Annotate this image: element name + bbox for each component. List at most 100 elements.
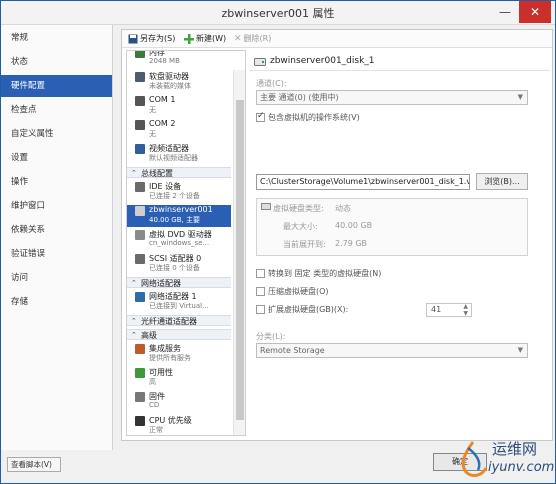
- tree-section-label: 网络适配器: [141, 279, 181, 288]
- tree-section[interactable]: ⌃ 网络适配器: [127, 277, 231, 288]
- tree-node[interactable]: IDE 设备 已连接 2 个设备: [127, 181, 231, 203]
- tree-section[interactable]: ⌃ 总线配置: [127, 167, 231, 178]
- watermark-title: 运维网: [492, 440, 538, 458]
- nav-item-storage[interactable]: 存储: [1, 291, 112, 313]
- tree-node-detail: 40.00 GB, 主要: [149, 216, 200, 224]
- video-adapter-icon: [135, 144, 145, 154]
- properties-window: zbwinserver001 属性 — ✕ 常规 状态 硬件配置 检查点 自定义…: [0, 0, 556, 484]
- disk-type-label: 虚拟硬盘类型:: [273, 204, 324, 213]
- tree-section[interactable]: ⌃ 高级: [127, 329, 231, 340]
- tree-node-detail: 已连接 0 个设备: [149, 264, 200, 272]
- max-size-value: 40.00 GB: [335, 221, 373, 230]
- tree-node-detail: 无: [149, 130, 156, 138]
- tree-node[interactable]: 虚拟 DVD 驱动器 cn_windows_se...: [127, 229, 231, 251]
- tree-node[interactable]: 内存 2048 MB: [127, 51, 231, 69]
- tree-node[interactable]: 固件 CD: [127, 391, 231, 413]
- firmware-icon: [135, 392, 145, 402]
- tree-node-label: zbwinserver001: [149, 205, 213, 214]
- disk-info-box: 虚拟硬盘类型: 动态 最大大小: 40.00 GB 当前展开到: 2.79 GB: [256, 198, 528, 256]
- nav-item-settings[interactable]: 设置: [1, 147, 112, 169]
- tree-node[interactable]: zbwinserver001 40.00 GB, 主要: [127, 205, 231, 227]
- channel-label: 通道(C):: [256, 79, 287, 88]
- com-port-icon: [135, 120, 145, 130]
- compact-checkbox[interactable]: [256, 287, 265, 296]
- save-as-label: 另存为(S): [140, 34, 176, 43]
- tree-section-label: 总线配置: [141, 169, 173, 178]
- include-os-checkbox[interactable]: [256, 111, 265, 122]
- channel-value: 主要 通道(0) (使用中): [260, 93, 339, 102]
- save-as-button[interactable]: 另存为(S): [128, 33, 175, 44]
- window-title: zbwinserver001 属性: [221, 7, 335, 20]
- disk-icon: [261, 203, 271, 210]
- nav-item-dependencies[interactable]: 依赖关系: [1, 219, 112, 241]
- view-script-button[interactable]: 查看脚本(V): [7, 457, 61, 472]
- nav-item-hardware[interactable]: 硬件配置: [1, 75, 112, 97]
- tree-node[interactable]: 网络适配器 1 已连接到 Virtual...: [127, 291, 231, 313]
- chevron-down-icon: ▼: [517, 346, 523, 354]
- hardware-tree[interactable]: 内存 2048 MB 软盘驱动器 未装载的媒体 COM 1 无 COM 2 无视频适配器 默认视…: [126, 50, 246, 436]
- cpu-icon: [135, 416, 145, 426]
- nav-item-actions[interactable]: 操作: [1, 171, 112, 193]
- nav-item-general[interactable]: 常规: [1, 27, 112, 49]
- tree-node-detail: 已连接到 Virtual...: [149, 302, 209, 310]
- watermark-url: iyunv.com: [488, 460, 555, 475]
- vhd-path-input[interactable]: C:\ClusterStorage\Volume1\zbwinserver001…: [256, 174, 470, 190]
- minimize-button[interactable]: —: [491, 1, 519, 23]
- tree-section[interactable]: ⌃ 光纤通道适配器: [127, 315, 231, 326]
- spinner-arrows-icon: ▲ ▼: [463, 303, 468, 317]
- tree-node[interactable]: CPU 优先级 正常: [127, 415, 231, 435]
- convert-fixed-label: 转换到 固定 类型的虚拟硬盘(N): [268, 269, 382, 278]
- nav-item-validation-errors[interactable]: 验证错误: [1, 243, 112, 265]
- tree-node-detail: 未装载的媒体: [149, 82, 191, 90]
- tree-node[interactable]: 视频适配器 默认视频适配器: [127, 143, 231, 165]
- tree-scrollbar-thumb[interactable]: [236, 100, 244, 420]
- delete-icon: ✕: [234, 33, 242, 44]
- disk-details: zbwinserver001_disk_1 通道(C): 主要 通道(0) (使…: [250, 50, 550, 438]
- chevron-up-icon: ⌃: [131, 331, 137, 339]
- tree-node-detail: CD: [149, 401, 160, 409]
- tree-node[interactable]: COM 1 无: [127, 95, 231, 117]
- nav-item-checkpoints[interactable]: 检查点: [1, 99, 112, 121]
- tree-node[interactable]: COM 2 无: [127, 119, 231, 141]
- tree-node[interactable]: 软盘驱动器 未装载的媒体: [127, 71, 231, 93]
- watermark-logo: 运维网 iyunv.com: [456, 438, 554, 484]
- floppy-icon: [135, 72, 145, 82]
- tree-scrollbar[interactable]: [233, 70, 245, 435]
- nav-item-status[interactable]: 状态: [1, 51, 112, 73]
- tree-node-detail: 默认视频适配器: [149, 154, 198, 162]
- new-button[interactable]: 新建(W): [184, 33, 226, 44]
- nav-item-access[interactable]: 访问: [1, 267, 112, 289]
- tree-node[interactable]: SCSI 适配器 0 已连接 0 个设备: [127, 253, 231, 275]
- browse-button[interactable]: 浏览(B)...: [476, 173, 528, 190]
- nav-item-maintenance-window[interactable]: 维护窗口: [1, 195, 112, 217]
- title-bar[interactable]: zbwinserver001 属性 — ✕: [1, 1, 555, 25]
- include-os-label: 包含虚拟机的操作系统(V): [268, 113, 360, 122]
- tree-node[interactable]: 集成服务 提供所有服务: [127, 343, 231, 365]
- save-icon: [128, 34, 138, 43]
- tree-node-label: COM 1: [149, 95, 176, 104]
- expand-size-spinner[interactable]: 41 ▲ ▼: [426, 303, 472, 317]
- tree-node-detail: 无: [149, 106, 156, 114]
- current-size-value: 2.79 GB: [335, 239, 368, 248]
- classification-label: 分类(L):: [256, 332, 286, 341]
- convert-fixed-checkbox[interactable]: [256, 269, 265, 278]
- expand-checkbox[interactable]: [256, 305, 265, 314]
- channel-select[interactable]: 主要 通道(0) (使用中) ▼: [256, 90, 528, 105]
- tree-node-detail: 2048 MB: [149, 57, 180, 65]
- tree-node-detail: 正常: [149, 426, 163, 434]
- availability-icon: [135, 368, 145, 378]
- delete-button[interactable]: ✕ 删除(R): [234, 33, 271, 44]
- tree-node-detail: 已连接 2 个设备: [149, 192, 200, 200]
- scsi-icon: [135, 254, 145, 264]
- nav-item-custom-properties[interactable]: 自定义属性: [1, 123, 112, 145]
- classification-select[interactable]: Remote Storage ▼: [256, 343, 528, 358]
- vhd-icon: [135, 206, 145, 216]
- close-button[interactable]: ✕: [519, 1, 551, 23]
- watermark-swirl-icon: [461, 441, 488, 477]
- integration-services-icon: [135, 344, 145, 354]
- delete-label: 删除(R): [243, 34, 272, 43]
- tree-node[interactable]: 可用性高: [127, 367, 231, 389]
- expand-label: 扩展虚拟硬盘(GB)(X):: [268, 305, 349, 314]
- hardware-panel: 另存为(S) 新建(W) ✕ 删除(R) 内存 2048 MB 软盘驱动器 未装载的媒…: [121, 29, 553, 441]
- header-divider: [250, 70, 550, 71]
